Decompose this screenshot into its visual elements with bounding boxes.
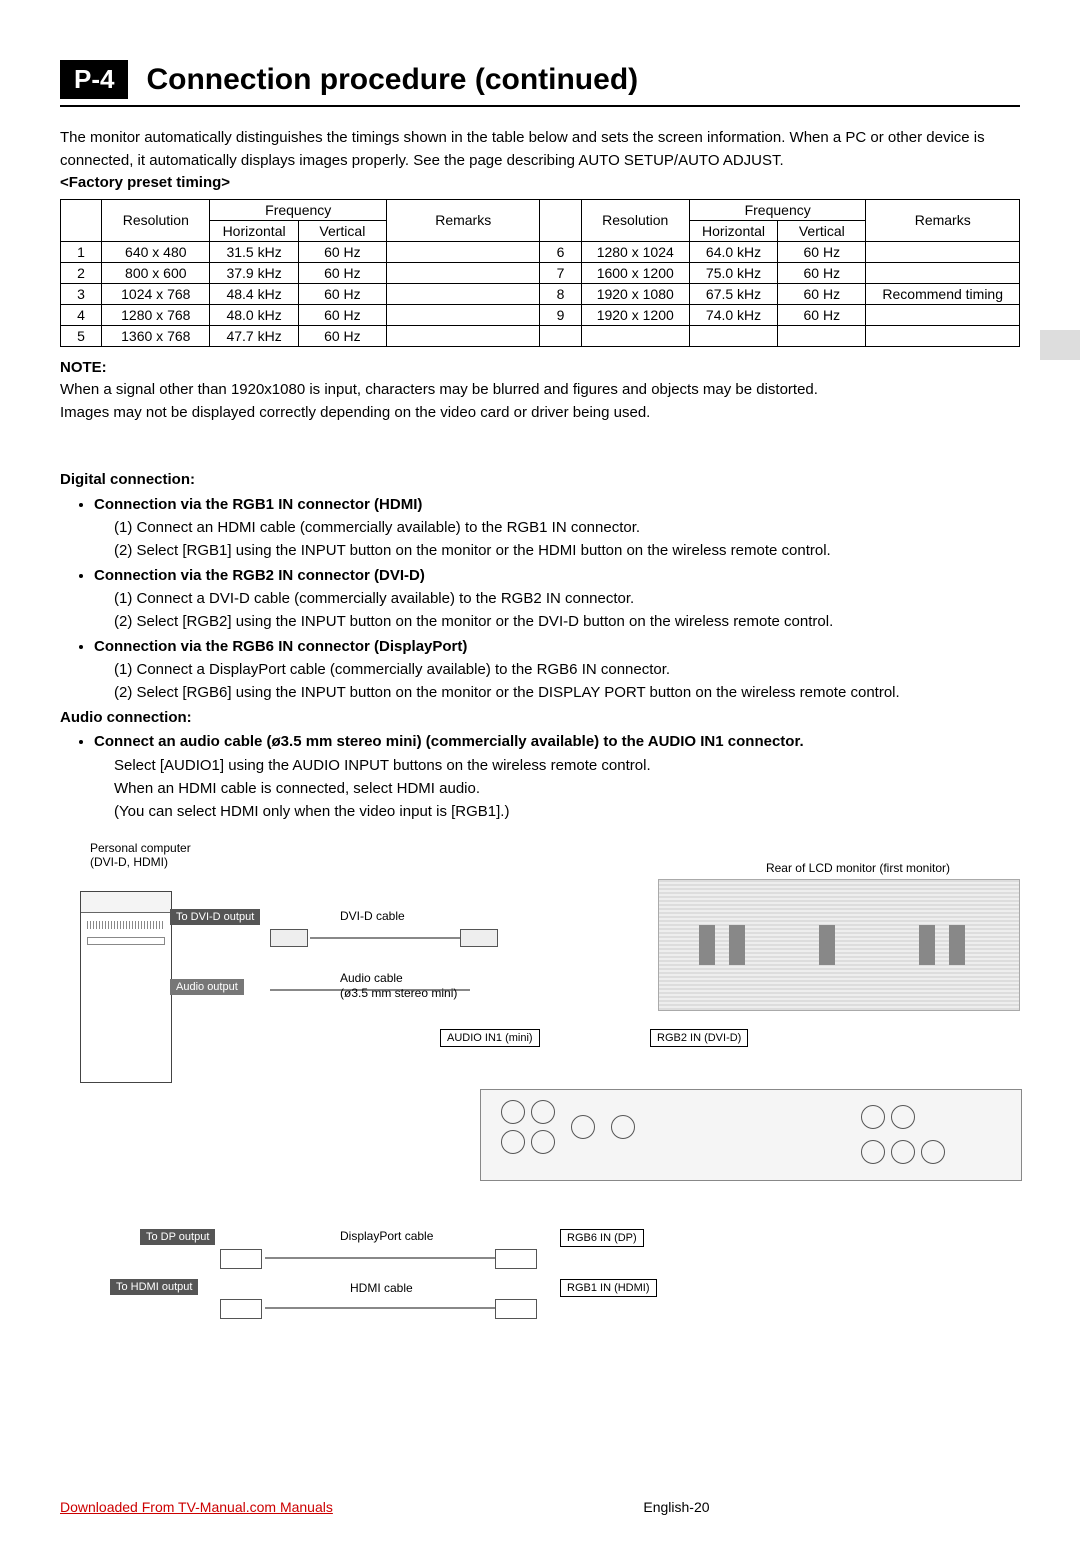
th-frequency-2: Frequency <box>689 199 866 220</box>
title-divider <box>60 105 1020 107</box>
digital-heading: Digital connection: <box>60 469 1020 492</box>
intro-text: The monitor automatically distinguishes … <box>60 127 1020 172</box>
audio-line: (You can select HDMI only when the video… <box>94 800 1020 823</box>
tag-dvid-out: To DVI-D output <box>170 909 260 925</box>
cable-line <box>265 1257 495 1259</box>
connector-icon <box>270 929 308 947</box>
rgb1-in-box: RGB1 IN (HDMI) <box>560 1279 657 1297</box>
th-remarks-2: Remarks <box>866 199 1020 241</box>
th-horizontal: Horizontal <box>210 220 298 241</box>
conn-step: (2) Select [RGB6] using the INPUT button… <box>94 681 1020 704</box>
connector-icon <box>495 1249 537 1269</box>
connector-icon <box>220 1249 262 1269</box>
th-resolution: Resolution <box>102 199 210 241</box>
tag-hdmi-out: To HDMI output <box>110 1279 198 1295</box>
list-item: Connect an audio cable (ø3.5 mm stereo m… <box>94 731 1020 823</box>
table-row: 51360 x 76847.7 kHz60 Hz <box>61 325 1020 346</box>
th-remarks: Remarks <box>386 199 539 241</box>
io-panel-illustration <box>480 1089 1022 1181</box>
audio-line: Select [AUDIO1] using the AUDIO INPUT bu… <box>94 754 1020 777</box>
list-item: Connection via the RGB2 IN connector (DV… <box>94 565 1020 634</box>
rear-label: Rear of LCD monitor (first monitor) <box>766 861 950 875</box>
page-title: Connection procedure (continued) <box>146 63 638 97</box>
connection-diagram: Personal computer (DVI-D, HDMI) Rear of … <box>60 841 1020 1389</box>
tag-dp-out: To DP output <box>140 1229 215 1245</box>
cable-line <box>310 937 460 939</box>
table-row: 31024 x 76848.4 kHz60 Hz 81920 x 108067.… <box>61 283 1020 304</box>
th-vertical-2: Vertical <box>778 220 866 241</box>
table-row: 1640 x 48031.5 kHz60 Hz 61280 x 102464.0… <box>61 241 1020 262</box>
th-frequency: Frequency <box>210 199 387 220</box>
note-label: NOTE: <box>60 357 1020 380</box>
conn-step: (1) Connect a DisplayPort cable (commerc… <box>94 658 1020 681</box>
note-line: When a signal other than 1920x1080 is in… <box>60 379 1020 402</box>
list-item: Connection via the RGB1 IN connector (HD… <box>94 494 1020 563</box>
conn-title: Connection via the RGB6 IN connector (Di… <box>94 638 467 655</box>
dp-cable-label: DisplayPort cable <box>340 1229 433 1243</box>
conn-title: Connection via the RGB1 IN connector (HD… <box>94 496 422 513</box>
conn-step: (1) Connect a DVI-D cable (commercially … <box>94 587 1020 610</box>
monitor-rear-illustration <box>658 879 1020 1011</box>
page-number: English-20 <box>643 1499 709 1515</box>
conn-step: (2) Select [RGB1] using the INPUT button… <box>94 539 1020 562</box>
conn-step: (2) Select [RGB2] using the INPUT button… <box>94 610 1020 633</box>
pc-illustration <box>80 891 172 1083</box>
audio-cable-label-2: (ø3.5 mm stereo mini) <box>340 986 457 1000</box>
connector-icon <box>495 1299 537 1319</box>
connector-icon <box>220 1299 262 1319</box>
hdmi-cable-label: HDMI cable <box>350 1281 413 1295</box>
th-horizontal-2: Horizontal <box>689 220 777 241</box>
pc-label-1: Personal computer <box>90 841 1020 855</box>
dvid-cable-label: DVI-D cable <box>340 909 405 923</box>
timing-table: Resolution Frequency Remarks Resolution … <box>60 199 1020 347</box>
note-line: Images may not be displayed correctly de… <box>60 402 1020 425</box>
th-vertical: Vertical <box>298 220 386 241</box>
th-resolution-2: Resolution <box>581 199 689 241</box>
table-row: 41280 x 76848.0 kHz60 Hz 91920 x 120074.… <box>61 304 1020 325</box>
conn-step: (1) Connect an HDMI cable (commercially … <box>94 516 1020 539</box>
audio-title: Connect an audio cable (ø3.5 mm stereo m… <box>94 733 804 750</box>
side-tab <box>1040 330 1080 360</box>
cable-line <box>265 1307 495 1309</box>
audio-cable-label: Audio cable <box>340 971 403 985</box>
rgb2-in-box: RGB2 IN (DVI-D) <box>650 1029 748 1047</box>
preset-label: <Factory preset timing> <box>60 172 1020 195</box>
tag-audio-out: Audio output <box>170 979 244 995</box>
download-link[interactable]: Downloaded From TV-Manual.com Manuals <box>60 1499 333 1515</box>
section-badge: P-4 <box>60 60 128 99</box>
list-item: Connection via the RGB6 IN connector (Di… <box>94 636 1020 705</box>
audio-line: When an HDMI cable is connected, select … <box>94 777 1020 800</box>
audio-heading: Audio connection: <box>60 707 1020 730</box>
conn-title: Connection via the RGB2 IN connector (DV… <box>94 567 425 584</box>
audio-in1-box: AUDIO IN1 (mini) <box>440 1029 540 1047</box>
connector-icon <box>460 929 498 947</box>
rgb6-in-box: RGB6 IN (DP) <box>560 1229 644 1247</box>
table-row: 2800 x 60037.9 kHz60 Hz 71600 x 120075.0… <box>61 262 1020 283</box>
